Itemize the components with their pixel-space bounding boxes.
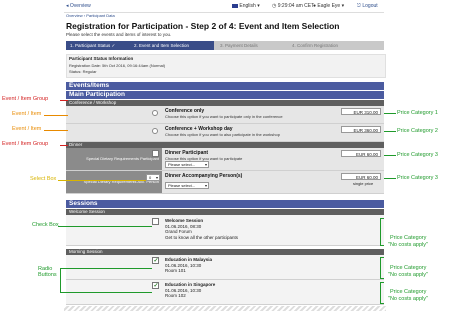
malaysia-checkbox[interactable]: ✓ bbox=[152, 257, 159, 264]
quantity-select[interactable]: 0 bbox=[146, 174, 160, 181]
item-welcome-session: Welcome Session 01.06.2016, 08:30 Grand … bbox=[66, 215, 384, 246]
annotation-line bbox=[384, 178, 396, 179]
torn-edge bbox=[64, 306, 386, 311]
step-3: 3. Payment Details bbox=[220, 43, 258, 48]
dietary-label-participant: Special Dietary Requirements Participant bbox=[66, 148, 162, 170]
annotation-bracket bbox=[380, 282, 384, 304]
annotation-bracket bbox=[380, 257, 384, 279]
checkmark-icon: ✓ bbox=[153, 282, 159, 289]
annotation-event-group-2: Event / Item Group bbox=[2, 141, 49, 147]
annotation-bracket bbox=[380, 218, 384, 246]
overview-link[interactable]: ◂ Overview bbox=[66, 3, 91, 9]
item-name: Dinner Accompanying Person(s) bbox=[165, 173, 243, 179]
user-menu[interactable]: ● Eagle Eye ▾ bbox=[313, 3, 344, 9]
annotation-no-costs-singapore: "No costs apply" bbox=[388, 296, 428, 302]
item-description: Choose this option if you want to partic… bbox=[165, 114, 283, 119]
price-field: EUR 360.00 bbox=[341, 126, 381, 133]
annotation-check-box: Check Box bbox=[32, 222, 59, 228]
annotation-line bbox=[58, 226, 152, 227]
annotation-line bbox=[60, 292, 152, 293]
step-2: 2. Event and Item Selection bbox=[130, 41, 214, 50]
clock-icon: ◷ bbox=[272, 3, 277, 9]
page-subtitle: Please select the events and items of in… bbox=[66, 32, 172, 37]
annotation-event-group-1: Event / Item Group bbox=[2, 96, 49, 102]
welcome-session-checkbox[interactable] bbox=[152, 218, 159, 225]
step-progress: 1. Participant Status ✓ 2. Event and Ite… bbox=[66, 41, 384, 50]
dietary-select-acc[interactable]: Please select... bbox=[165, 182, 209, 189]
annotation-line bbox=[384, 155, 396, 156]
chevron-down-icon: ▾ bbox=[257, 3, 260, 9]
annotation-price-cat-2: Price Category 2 bbox=[397, 128, 438, 134]
price-field: EUR 310.00 bbox=[341, 108, 381, 115]
annotation-event-item-2: Event / Item bbox=[12, 126, 42, 132]
language-selector[interactable]: English ▾ bbox=[232, 3, 260, 9]
annotation-price-category-singapore: Price Category bbox=[390, 289, 427, 295]
session-location: Room 101 bbox=[165, 268, 186, 273]
annotation-price-category-malaysia: Price Category bbox=[390, 265, 427, 271]
session-title: Education in Malaysia bbox=[165, 257, 213, 262]
annotation-radio-buttons: Radio Buttons bbox=[38, 266, 57, 278]
events-items-header: Events/Items bbox=[66, 82, 384, 90]
annotation-line bbox=[60, 145, 68, 146]
annotation-no-costs-malaysia: "No costs apply" bbox=[388, 272, 428, 278]
annotation-line bbox=[60, 268, 61, 293]
annotation-price-category-welcome: Price Category bbox=[390, 235, 427, 241]
registration-date: Registration Date: 5th Oct 2016, 09:16:4… bbox=[69, 63, 166, 68]
breadcrumb: Overview › Participant Data bbox=[66, 13, 115, 18]
price-field: EUR 60.00 bbox=[341, 150, 381, 157]
annotation-no-costs-welcome: "No costs apply" bbox=[388, 242, 428, 248]
singapore-checkbox[interactable]: ✓ bbox=[152, 282, 159, 289]
flag-icon bbox=[232, 3, 238, 8]
price-field: EUR 60.00 bbox=[341, 173, 381, 180]
item-description: Choose this option if you want to also p… bbox=[165, 132, 280, 137]
annotation-line bbox=[44, 115, 68, 116]
session-location: Room 102 bbox=[165, 293, 186, 298]
annotation-line bbox=[58, 180, 146, 181]
annotation-price-cat-3b: Price Category 3 bbox=[397, 175, 438, 181]
item-conference-only: Conference only Choose this option if yo… bbox=[66, 106, 384, 124]
annotation-price-cat-1: Price Category 1 bbox=[397, 110, 438, 116]
clock-display: ◷ 9:29:04 am CET bbox=[272, 3, 315, 9]
item-dinner-accompanying: Special Dietary Requirements Acc. Person… bbox=[66, 171, 384, 194]
annotation-event-item-1: Event / Item bbox=[12, 111, 42, 117]
conference-workshop-radio[interactable] bbox=[152, 128, 158, 134]
session-description: Get to know all the other participants bbox=[165, 234, 239, 240]
item-conference-workshop: Conference + Workshop day Choose this op… bbox=[66, 124, 384, 142]
step-1[interactable]: 1. Participant Status ✓ bbox=[66, 41, 132, 50]
annotation-select-box: Select Box bbox=[30, 176, 57, 182]
dietary-select-participant[interactable]: Please select... bbox=[165, 161, 209, 168]
annotation-line bbox=[60, 100, 68, 101]
participant-status: Status: Regular bbox=[69, 69, 97, 74]
item-dinner-participant: Special Dietary Requirements Participant… bbox=[66, 148, 384, 171]
status-heading: Participant Status Information bbox=[69, 56, 134, 61]
back-arrow-icon: ◂ bbox=[66, 3, 69, 9]
main-participation-header: Main Participation bbox=[66, 91, 384, 99]
user-icon: ● bbox=[313, 3, 317, 9]
checkmark-icon: ✓ bbox=[153, 257, 159, 264]
session-title: Education in Singapore bbox=[165, 282, 216, 287]
single-price-note: single price bbox=[353, 181, 374, 186]
annotation-price-cat-3a: Price Category 3 bbox=[397, 152, 438, 158]
chevron-down-icon: ▾ bbox=[341, 3, 345, 9]
dinner-participant-checkbox[interactable] bbox=[152, 150, 159, 157]
logout-icon: ⎋ bbox=[357, 3, 361, 9]
step-4: 4. Confirm Registration bbox=[292, 43, 339, 48]
annotation-line bbox=[60, 268, 152, 269]
annotation-line bbox=[384, 131, 396, 132]
annotation-line bbox=[44, 130, 68, 131]
page-title: Registration for Participation - Step 2 … bbox=[66, 21, 340, 31]
conference-only-radio[interactable] bbox=[152, 110, 158, 116]
annotation-line bbox=[384, 113, 396, 114]
sessions-header: Sessions bbox=[66, 200, 384, 208]
logout-link[interactable]: ⎋ Logout bbox=[357, 3, 378, 9]
